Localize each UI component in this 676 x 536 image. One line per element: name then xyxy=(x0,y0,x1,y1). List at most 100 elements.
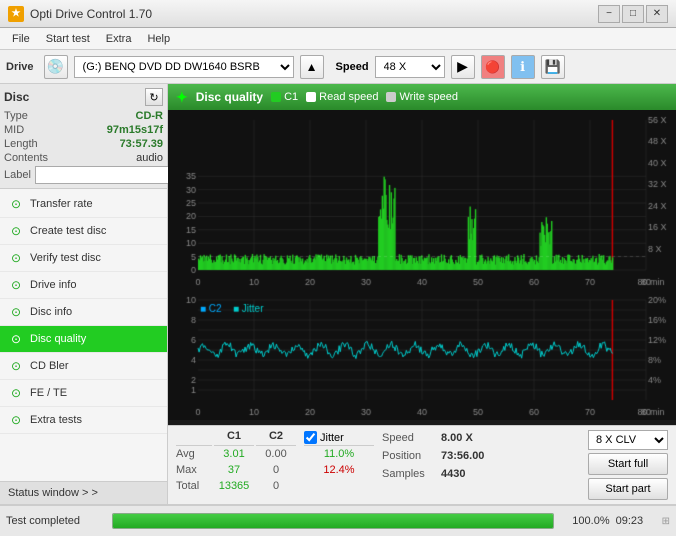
drive-select[interactable]: (G:) BENQ DVD DD DW1640 BSRB xyxy=(74,56,294,78)
c1-total: 13365 xyxy=(214,480,254,496)
nav-label-cd-bler: CD Bler xyxy=(30,360,69,372)
c1-max: 37 xyxy=(214,464,254,480)
start-full-button[interactable]: Start full xyxy=(588,453,668,475)
status-text: Test completed xyxy=(6,515,106,527)
disc-contents-label: Contents xyxy=(4,152,48,164)
elapsed-time: 09:23 xyxy=(616,515,656,527)
progress-bar xyxy=(113,514,553,528)
chart-header: ✦ Disc quality C1 Read speed Write speed xyxy=(168,84,676,110)
c1-col: C1 3.01 37 13365 xyxy=(214,430,254,496)
legend-c1-label: C1 xyxy=(284,91,298,103)
disc-length-label: Length xyxy=(4,138,38,150)
speed-select[interactable]: 48 X xyxy=(375,56,445,78)
position-key: Position xyxy=(382,450,437,462)
app-icon: ★ xyxy=(8,6,24,22)
chart-title: Disc quality xyxy=(196,90,263,104)
speed-label: Speed xyxy=(336,61,369,73)
eject-button[interactable]: ▲ xyxy=(300,55,324,79)
c2-total: 0 xyxy=(256,480,296,496)
progress-pct: 100.0% xyxy=(560,515,610,527)
legend-read-speed-label: Read speed xyxy=(319,91,378,103)
menu-extra[interactable]: Extra xyxy=(98,31,140,47)
disc-type-label: Type xyxy=(4,110,28,122)
samples-key: Samples xyxy=(382,468,437,480)
c2-col-header: C2 xyxy=(256,430,296,446)
maximize-button[interactable]: □ xyxy=(622,5,644,23)
right-panel: ✦ Disc quality C1 Read speed Write speed xyxy=(168,84,676,504)
close-button[interactable]: ✕ xyxy=(646,5,668,23)
nav-item-cd-bler[interactable]: ⊙ CD Bler xyxy=(0,353,167,380)
c1-col-header: C1 xyxy=(214,430,254,446)
c1-avg: 3.01 xyxy=(214,448,254,464)
nav-item-disc-quality[interactable]: ⊙ Disc quality xyxy=(0,326,167,353)
menu-file[interactable]: File xyxy=(4,31,38,47)
nav-item-disc-info[interactable]: ⊙ Disc info xyxy=(0,299,167,326)
row-label-col: Avg Max Total xyxy=(176,430,212,496)
minimize-button[interactable]: − xyxy=(598,5,620,23)
disc-length-value: 73:57.39 xyxy=(120,138,163,150)
row-avg-label: Avg xyxy=(176,448,212,464)
disc-mid-value: 97m15s17f xyxy=(107,124,163,136)
jitter-block: Jitter 11.0% 12.4% xyxy=(304,430,374,496)
nav-list: ⊙ Transfer rate ⊙ Create test disc ⊙ Ver… xyxy=(0,189,167,481)
right-stats-block: Speed 8.00 X Position 73:56.00 Samples 4… xyxy=(382,430,484,482)
resize-handle[interactable]: ⊞ xyxy=(662,516,670,527)
toolbar: Drive 💿 (G:) BENQ DVD DD DW1640 BSRB ▲ S… xyxy=(0,50,676,84)
title-bar: ★ Opti Drive Control 1.70 − □ ✕ xyxy=(0,0,676,28)
nav-item-create-test-disc[interactable]: ⊙ Create test disc xyxy=(0,218,167,245)
legend-read-speed: Read speed xyxy=(306,91,378,103)
save-button[interactable]: 💾 xyxy=(541,55,565,79)
info-button[interactable]: ℹ xyxy=(511,55,535,79)
nav-label-extra-tests: Extra tests xyxy=(30,414,82,426)
disc-contents-value: audio xyxy=(136,152,163,164)
disc-refresh-button[interactable]: ↻ xyxy=(145,88,163,106)
menu-start-test[interactable]: Start test xyxy=(38,31,98,47)
jitter-checkbox[interactable] xyxy=(304,431,317,444)
far-right-block: 8 X CLV Start full Start part xyxy=(588,430,668,500)
app-title: Opti Drive Control 1.70 xyxy=(30,7,152,21)
disc-type-value: CD-R xyxy=(136,110,164,122)
jitter-max: 12.4% xyxy=(304,464,374,480)
samples-row: Samples 4430 xyxy=(382,466,484,482)
progress-container xyxy=(112,513,554,529)
nav-item-transfer-rate[interactable]: ⊙ Transfer rate xyxy=(0,191,167,218)
nav-item-drive-info[interactable]: ⊙ Drive info xyxy=(0,272,167,299)
nav-label-disc-info: Disc info xyxy=(30,306,72,318)
nav-item-fe-te[interactable]: ⊙ FE / TE xyxy=(0,380,167,407)
nav-label-transfer-rate: Transfer rate xyxy=(30,198,93,210)
jitter-label: Jitter xyxy=(320,432,344,444)
speed-row: Speed 8.00 X xyxy=(382,430,484,446)
nav-label-disc-quality: Disc quality xyxy=(30,333,86,345)
legend-write-speed-dot xyxy=(386,92,396,102)
legend-c1-dot xyxy=(271,92,281,102)
cd-bler-icon: ⊙ xyxy=(8,358,24,374)
charts-area xyxy=(168,110,676,425)
window-controls: − □ ✕ xyxy=(598,5,668,23)
row-total-label: Total xyxy=(176,480,212,496)
create-test-disc-icon: ⊙ xyxy=(8,223,24,239)
menu-bar: File Start test Extra Help xyxy=(0,28,676,50)
drive-icon: 💿 xyxy=(44,55,68,79)
disc-label-input[interactable] xyxy=(35,166,173,184)
left-panel: Disc ↻ Type CD-R MID 97m15s17f Length 73… xyxy=(0,84,168,504)
start-part-button[interactable]: Start part xyxy=(588,478,668,500)
nav-label-verify-test-disc: Verify test disc xyxy=(30,252,101,264)
menu-help[interactable]: Help xyxy=(139,31,178,47)
go-button[interactable]: ▶ xyxy=(451,55,475,79)
nav-item-verify-test-disc[interactable]: ⊙ Verify test disc xyxy=(0,245,167,272)
row-max-label: Max xyxy=(176,464,212,480)
stats-left-block: Avg Max Total C1 3.01 37 13365 C2 0.00 0… xyxy=(176,430,296,496)
legend-read-speed-dot xyxy=(306,92,316,102)
disc-title: Disc xyxy=(4,90,29,104)
legend-write-speed: Write speed xyxy=(386,91,458,103)
lower-chart xyxy=(168,290,676,420)
drive-label: Drive xyxy=(6,61,34,73)
clv-select[interactable]: 8 X CLV xyxy=(588,430,668,450)
chart-icon: ✦ xyxy=(176,89,188,106)
disc-label-label: Label xyxy=(4,169,31,181)
disc-mid-label: MID xyxy=(4,124,24,136)
status-window-item[interactable]: Status window > > xyxy=(0,481,167,504)
nav-item-extra-tests[interactable]: ⊙ Extra tests xyxy=(0,407,167,434)
settings-button[interactable]: 🔴 xyxy=(481,55,505,79)
upper-chart xyxy=(168,110,676,290)
